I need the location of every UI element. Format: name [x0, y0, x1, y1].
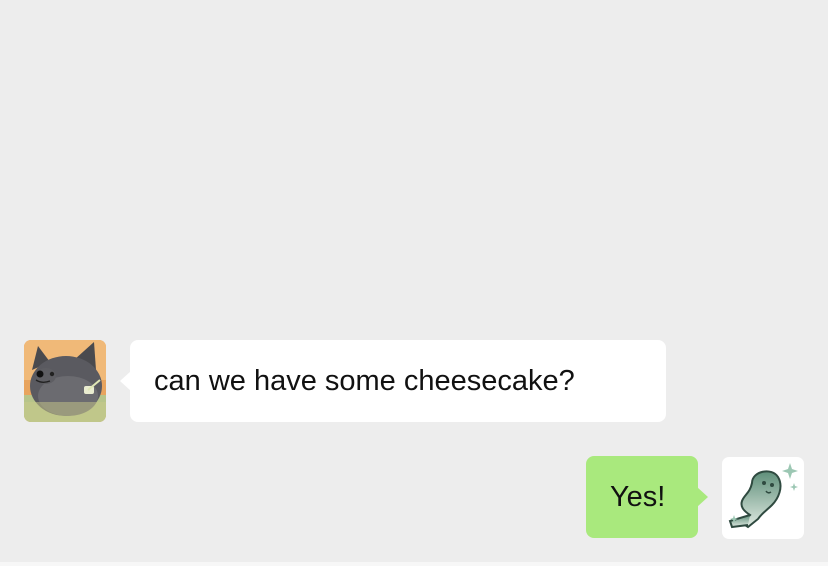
sparkle-creature-avatar-icon[interactable] [722, 457, 804, 539]
bottom-divider [0, 562, 828, 566]
chat-message-area[interactable]: can we have some cheesecake? Yes! [0, 0, 828, 566]
outgoing-message-bubble[interactable]: Yes! [586, 456, 708, 538]
incoming-message-bubble[interactable]: can we have some cheesecake? [120, 340, 666, 422]
outgoing-message-text: Yes! [610, 481, 666, 513]
cartoon-cat-avatar-icon[interactable] [24, 340, 106, 422]
incoming-message-text: can we have some cheesecake? [154, 365, 575, 397]
